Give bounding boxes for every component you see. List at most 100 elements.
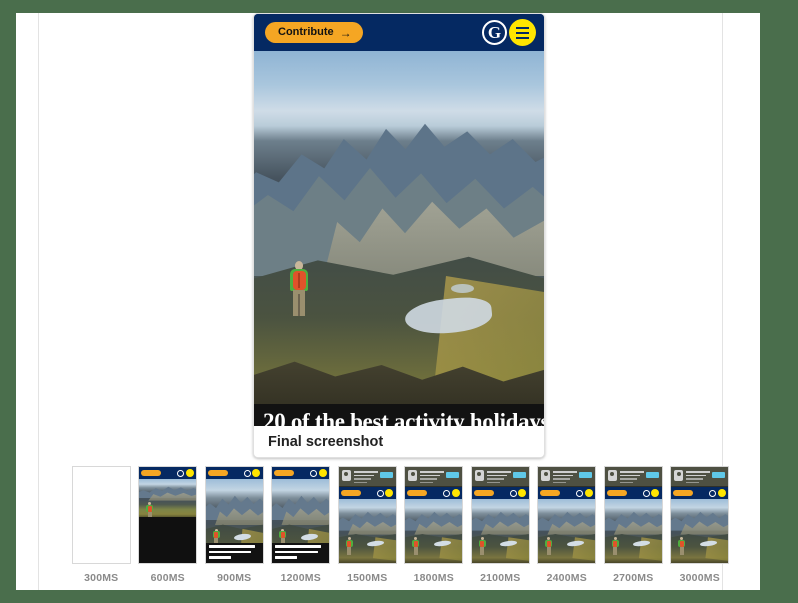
- mini-hiker-figure: [611, 537, 619, 555]
- mini-hamburger-menu-icon: [584, 489, 593, 497]
- headline-line: [275, 550, 318, 553]
- frame-time-label: 2400MS: [546, 572, 587, 584]
- frame-thumbnail-1800ms[interactable]: [404, 466, 464, 564]
- consent-text-line: [420, 478, 438, 480]
- mini-hamburger-menu-icon: [717, 489, 726, 497]
- consent-text-line: [619, 474, 640, 476]
- hiker-leg-gap: [297, 294, 300, 316]
- consent-text-line: [486, 471, 511, 473]
- mini-page-loaded: [272, 467, 330, 563]
- mini-guardian-logo-icon: [310, 469, 318, 477]
- consent-text-line: [486, 474, 507, 476]
- filmstrip-frame[interactable]: 1200MS: [268, 466, 335, 588]
- hamburger-menu-icon[interactable]: [509, 19, 536, 46]
- frame-time-label: 1200MS: [280, 572, 321, 584]
- consent-accept-button: [645, 472, 659, 478]
- frame-thumbnail-3000ms[interactable]: [670, 466, 730, 564]
- mini-contribute-button: [274, 470, 295, 476]
- avatar-icon: [674, 470, 684, 481]
- mini-guardian-header: [405, 487, 463, 499]
- headline-line: [208, 550, 252, 553]
- filmstrip-frame[interactable]: 3000MS: [667, 466, 734, 588]
- frame-thumbnail-1200ms[interactable]: [271, 466, 331, 564]
- mini-guardian-header: [538, 487, 596, 499]
- mini-hiker-figure: [478, 537, 486, 555]
- frame-time-label: 1800MS: [413, 572, 454, 584]
- guardian-logo-icon: G: [482, 20, 507, 45]
- frame-time-label: 3000MS: [679, 572, 720, 584]
- mini-hero-photo: [471, 499, 529, 563]
- contribute-button[interactable]: Contribute →: [265, 22, 363, 43]
- consent-accept-button: [579, 472, 593, 478]
- frame-time-label: 900MS: [217, 572, 252, 584]
- mini-guardian-logo-icon: [576, 489, 584, 497]
- filmstrip-frame[interactable]: 600MS: [135, 466, 202, 588]
- mini-page-with-consent: [604, 467, 662, 563]
- mini-hero-photo: [538, 499, 596, 563]
- mini-article-headline: [272, 543, 330, 563]
- backpack-strap: [297, 273, 300, 288]
- mini-hiker-legs: [480, 546, 485, 555]
- page-sheet: Contribute → G 20 of the best activity h…: [16, 13, 760, 590]
- mini-hamburger-menu-icon: [451, 489, 460, 497]
- consent-text-line: [353, 481, 367, 483]
- mini-guardian-header: [604, 487, 662, 499]
- mini-hero-photo: [205, 479, 263, 563]
- mini-hero-photo: [139, 479, 197, 519]
- headline-line: [208, 545, 255, 548]
- final-screenshot-image[interactable]: Contribute → G 20 of the best activity h…: [254, 14, 544, 426]
- frame-thumbnail-900ms[interactable]: [204, 466, 264, 564]
- mini-hamburger-menu-icon: [318, 469, 327, 477]
- frame-thumbnail-2400ms[interactable]: [537, 466, 597, 564]
- frame-thumbnail-1500ms[interactable]: [337, 466, 397, 564]
- mini-hiker-legs: [613, 546, 618, 555]
- filmstrip-frame[interactable]: 900MS: [201, 466, 268, 588]
- consent-text-line: [553, 474, 574, 476]
- filmstrip-frame[interactable]: 2100MS: [467, 466, 534, 588]
- mini-page-with-consent: [471, 467, 529, 563]
- filmstrip-frame[interactable]: 1500MS: [334, 466, 401, 588]
- mini-hiker-legs: [347, 546, 352, 555]
- avatar-icon: [541, 470, 551, 481]
- consent-text-line: [353, 478, 371, 480]
- mini-guardian-logo-icon: [709, 489, 717, 497]
- headline-line: [275, 556, 298, 559]
- filmstrip-frame[interactable]: 2400MS: [534, 466, 601, 588]
- mini-page-with-consent: [538, 467, 596, 563]
- arrow-right-icon: →: [339, 25, 352, 40]
- frame-thumbnail-2700ms[interactable]: [603, 466, 663, 564]
- consent-text-line: [619, 471, 644, 473]
- final-screenshot-card[interactable]: Contribute → G 20 of the best activity h…: [253, 13, 545, 458]
- small-pond: [451, 283, 475, 293]
- mini-consent-banner: [471, 467, 529, 487]
- mini-guardian-header: [139, 467, 197, 479]
- consent-text-line: [686, 478, 704, 480]
- consent-text-line: [353, 474, 374, 476]
- filmstrip-frame[interactable]: 300MS: [68, 466, 135, 588]
- frame-thumbnail-300ms[interactable]: [71, 466, 131, 564]
- frame-time-label: 600MS: [150, 572, 185, 584]
- frame-thumbnail-2100ms[interactable]: [470, 466, 530, 564]
- mini-guardian-logo-icon: [443, 489, 451, 497]
- filmstrip-frame[interactable]: 1800MS: [401, 466, 468, 588]
- consent-text-line: [619, 478, 637, 480]
- frame-thumbnail-600ms[interactable]: [138, 466, 198, 564]
- headline-line: [208, 556, 231, 559]
- frame-time-label: 2700MS: [613, 572, 654, 584]
- mini-hiker-figure: [545, 537, 553, 555]
- mini-guardian-logo-icon: [177, 469, 185, 477]
- filmstrip-frame[interactable]: 2700MS: [600, 466, 667, 588]
- consent-accept-button: [712, 472, 726, 478]
- mini-hiker-legs: [413, 546, 418, 555]
- mini-contribute-button: [540, 490, 561, 496]
- mini-hiker-figure: [678, 537, 686, 555]
- mini-guardian-header: [205, 467, 263, 479]
- article-headline: 20 of the best activity holidays in the …: [254, 404, 544, 426]
- mini-page-with-consent: [405, 467, 463, 563]
- mini-page-with-consent: [671, 467, 729, 563]
- consent-text-line: [486, 478, 504, 480]
- frame-time-label: 300MS: [84, 572, 119, 584]
- consent-text-line: [686, 474, 707, 476]
- consent-accept-button: [379, 472, 393, 478]
- avatar-icon: [474, 470, 484, 481]
